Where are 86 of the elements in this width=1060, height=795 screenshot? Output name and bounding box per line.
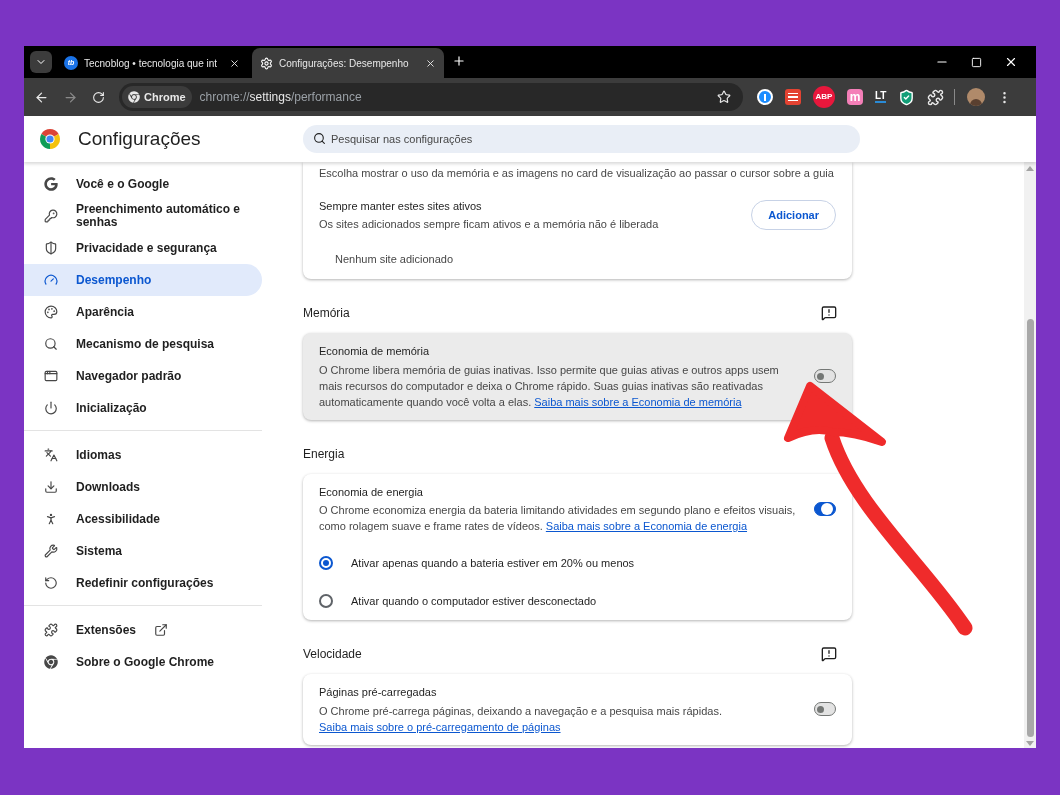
password-manager-icon[interactable]: [757, 89, 773, 105]
learn-more-link[interactable]: Saiba mais sobre a Economia de energia: [545, 520, 748, 532]
puzzle-icon: [44, 623, 58, 637]
accessibility-icon: [44, 512, 58, 526]
setting-description: O Chrome pré-carrega páginas, deixando a navegação e a pesquisa mais rápidas. Saiba mais sobre o pré-carregamento de páginas: [319, 703, 723, 735]
external-link-icon[interactable]: [154, 623, 169, 637]
sidebar-item[interactable]: Mecanismo de pesquisa: [24, 328, 262, 360]
address-bar[interactable]: Chrome chrome://settings/performance: [119, 83, 743, 111]
profile-avatar[interactable]: [967, 88, 986, 106]
new-tab-icon[interactable]: [452, 54, 466, 68]
search-icon: [44, 337, 58, 351]
back-icon[interactable]: [34, 89, 49, 105]
toggle-switch[interactable]: [814, 369, 836, 384]
key-icon: [44, 209, 58, 223]
close-tab-icon[interactable]: [229, 57, 240, 69]
setting-title: Economia de memória: [319, 344, 431, 359]
close-tab-icon[interactable]: [425, 57, 436, 69]
chrome-icon: [44, 655, 58, 669]
sidebar-item[interactable]: Downloads: [24, 471, 262, 503]
sidebar-item[interactable]: Privacidade e segurança: [24, 232, 262, 264]
feedback-icon[interactable]: [821, 646, 837, 662]
tab-title: Configurações: Desempenho: [279, 56, 410, 71]
radio-label: Ativar apenas quando a bateria estiver em 20% ou menos: [351, 555, 635, 571]
sidebar-item[interactable]: Extensões: [24, 614, 262, 646]
url-text: chrome://settings/performance: [199, 89, 362, 106]
download-icon: [44, 480, 58, 494]
radio-label: Ativar quando o computador estiver desconectado: [351, 593, 597, 609]
sidebar-item[interactable]: Navegador padrão: [24, 360, 262, 392]
google-g-icon: [44, 177, 58, 191]
setting-title: Páginas pré-carregadas: [319, 685, 438, 700]
sidebar-item[interactable]: Aparência: [24, 296, 262, 328]
settings-icon: [260, 56, 273, 70]
feedback-icon[interactable]: [821, 305, 837, 321]
site-chip[interactable]: Chrome: [122, 86, 192, 108]
empty-list-note: Nenhum site adicionado: [334, 251, 455, 267]
learn-more-link[interactable]: Saiba mais sobre o pré-carregamento de páginas: [319, 720, 561, 733]
settings-title: Configurações: [78, 126, 201, 151]
tab-search-button[interactable]: [30, 51, 52, 73]
search-field[interactable]: Pesquisar nas configurações: [303, 125, 860, 153]
setting-description: Escolha mostrar o uso da memória e as imagens no card de visualização ao passar o cursor sobre a guia: [319, 166, 835, 181]
learn-more-link[interactable]: Saiba mais sobre a Economia de memória: [534, 395, 742, 408]
toggle-switch[interactable]: [814, 501, 836, 516]
shield-icon[interactable]: [898, 88, 916, 106]
sidebar-item[interactable]: Inicialização: [24, 392, 262, 424]
window-icon: [44, 369, 58, 383]
sidebar-item[interactable]: Você e o Google: [24, 168, 262, 200]
add-button[interactable]: Adicionar: [751, 200, 836, 230]
wrench-icon: [44, 544, 58, 558]
palette-icon: [44, 305, 58, 319]
sidebar-item[interactable]: Sistema: [24, 535, 262, 567]
sidebar-item[interactable]: Preenchimento automático e senhas: [24, 200, 262, 232]
maximize-icon[interactable]: [971, 56, 982, 68]
chrome-logo-icon: [40, 129, 60, 149]
setting-title: Sempre manter estes sites ativos: [319, 198, 483, 214]
section-heading: Memória: [303, 305, 350, 322]
chrome-icon: [128, 91, 140, 103]
radio-button[interactable]: [319, 556, 333, 570]
forward-icon[interactable]: [63, 89, 78, 105]
gauge-icon: [44, 273, 58, 287]
section-heading: Velocidade: [303, 646, 362, 663]
sidebar-item[interactable]: Redefinir configurações: [24, 567, 262, 599]
sidebar-item[interactable]: Acessibilidade: [24, 503, 262, 535]
setting-description: Os sites adicionados sempre ficam ativos e a memória não é liberada: [319, 217, 659, 232]
shield-icon: [44, 241, 58, 255]
radio-button[interactable]: [319, 594, 333, 608]
browser-tab[interactable]: Configurações: Desempenho: [252, 48, 444, 78]
reset-icon: [44, 576, 58, 590]
setting-description: O Chrome libera memória de guias inativas. Isso permite que guias ativas e outros apps usem mais recursos do computador e deixa o Chrome rápido. Suas guias inativas são reativadas automaticamente quando você volta a elas. Saiba mais sobre a Economia de memória: [319, 362, 780, 410]
reload-icon[interactable]: [92, 90, 105, 104]
sidebar-item[interactable]: Desempenho: [24, 264, 262, 296]
tab-title: Tecnoblog • tecnologia que int: [84, 56, 219, 71]
setting-title: Economia de energia: [319, 484, 424, 500]
search-icon: [313, 132, 326, 145]
setting-description: O Chrome economiza energia da bateria limitando atividades em segundo plano e efeitos visuais, como rolagem suave e frame rates de vídeos. Saiba mais sobre a Economia de energia: [319, 503, 797, 534]
adblock-icon[interactable]: ABP: [813, 86, 835, 108]
checklist-icon[interactable]: [785, 89, 801, 105]
bookmark-star-icon[interactable]: [717, 90, 731, 104]
section-heading: Energia: [303, 445, 345, 463]
sidebar-item[interactable]: Sobre o Google Chrome: [24, 646, 262, 678]
power-icon: [44, 401, 58, 415]
extensions-icon[interactable]: [927, 88, 945, 106]
scrollbar[interactable]: [1024, 162, 1036, 748]
toggle-switch[interactable]: [814, 702, 836, 717]
sidebar-item[interactable]: Idiomas: [24, 439, 262, 471]
translate-icon: [44, 448, 58, 462]
close-window-icon[interactable]: [1004, 55, 1018, 69]
